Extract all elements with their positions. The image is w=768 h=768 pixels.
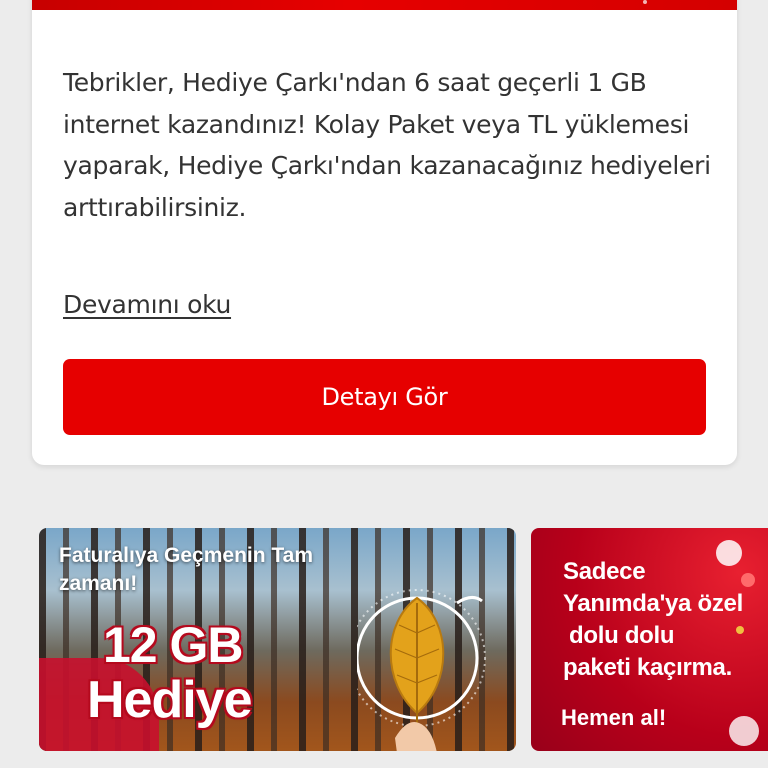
banner-headline: Faturalıya Geçmenin Tam zamanı! — [59, 542, 313, 598]
read-more-link[interactable]: Devamını oku — [63, 290, 231, 319]
banner2-text: Sadece Yanımda'ya özel dolu dolu paketi … — [563, 556, 743, 684]
banner2-cta[interactable]: Hemen al! — [561, 705, 666, 731]
banner2-line3: dolu dolu — [569, 622, 675, 649]
leaf-logo-icon — [357, 589, 486, 751]
banner2-line1: Sadece — [563, 558, 646, 585]
postpaid-promo-banner[interactable]: Faturalıya Geçmenin Tam zamanı! 12 GB He… — [39, 528, 516, 751]
banner2-line4: paketi kaçırma. — [563, 654, 732, 681]
balloon-decoration-icon — [729, 716, 759, 746]
banner-gift-label: Hediye — [87, 671, 253, 729]
notification-card: Tebrikler, Hediye Çarkı'ndan 6 saat geçe… — [32, 0, 737, 465]
banner2-line2: Yanımda'ya özel — [563, 590, 743, 617]
bubble-decoration-icon — [741, 573, 755, 587]
yanimda-promo-banner[interactable]: Sadece Yanımda'ya özel dolu dolu paketi … — [531, 528, 768, 751]
card-message: Tebrikler, Hediye Çarkı'ndan 6 saat geçe… — [63, 68, 711, 222]
banner-headline-line2: zamanı! — [59, 572, 138, 595]
card-header-strip — [32, 0, 737, 10]
banner-amount: 12 GB — [103, 617, 244, 673]
detail-button[interactable]: Detayı Gör — [63, 359, 706, 435]
banner-headline-line1: Faturalıya Geçmenin Tam — [59, 544, 314, 567]
